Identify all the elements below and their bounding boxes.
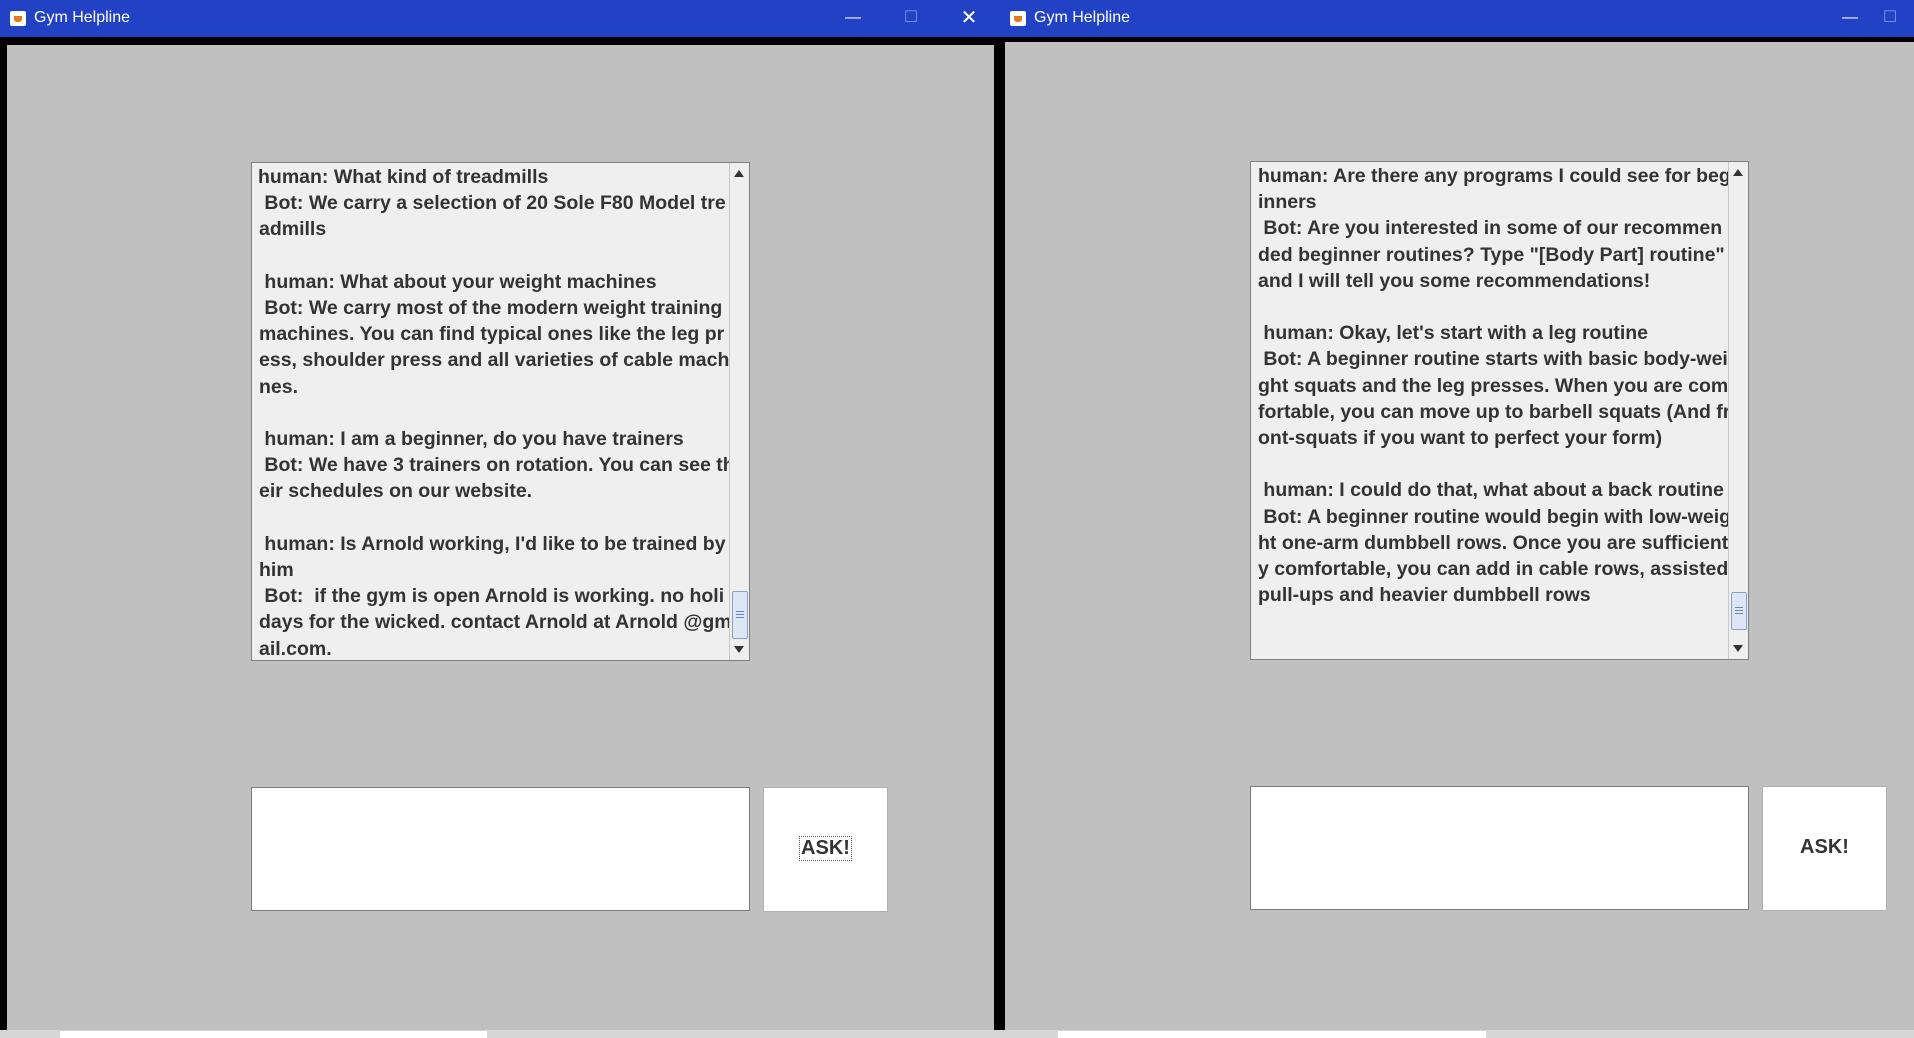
chat-transcript[interactable]: human: Are there any programs I could se… bbox=[1250, 161, 1749, 660]
close-button[interactable]: ✕ bbox=[941, 0, 997, 37]
gym-helpline-window-right: Gym Helpline — ☐ human: Are there any pr… bbox=[1000, 0, 1914, 1030]
minimize-button[interactable]: — bbox=[825, 0, 881, 37]
bottom-strip-highlight-right bbox=[1058, 1031, 1486, 1038]
scrollbar-thumb[interactable] bbox=[732, 591, 748, 639]
scroll-up-arrow-icon[interactable] bbox=[734, 170, 744, 177]
maximize-button[interactable]: ☐ bbox=[1862, 0, 1914, 37]
chat-transcript[interactable]: human: What kind of treadmills Bot: We c… bbox=[251, 162, 750, 661]
title-bar[interactable]: Gym Helpline — ☐ ✕ bbox=[0, 0, 1000, 37]
window-title: Gym Helpline bbox=[1034, 9, 1131, 26]
ask-button[interactable]: ASK! bbox=[1762, 786, 1887, 911]
window-title: Gym Helpline bbox=[34, 9, 131, 26]
question-input[interactable] bbox=[1250, 786, 1749, 910]
chat-transcript-text: human: What kind of treadmills Bot: We c… bbox=[258, 166, 735, 660]
title-bar[interactable]: Gym Helpline — ☐ bbox=[1000, 0, 1914, 37]
java-app-icon bbox=[1010, 11, 1026, 26]
window-content: human: Are there any programs I could se… bbox=[1005, 42, 1914, 1030]
ask-button-label: ASK! bbox=[799, 836, 852, 861]
chat-transcript-text: human: Are there any programs I could se… bbox=[1258, 165, 1734, 607]
ask-button[interactable]: ASK! bbox=[763, 787, 888, 912]
scroll-up-arrow-icon[interactable] bbox=[1733, 169, 1743, 176]
maximize-button[interactable]: ☐ bbox=[883, 0, 939, 37]
scrollbar-thumb[interactable] bbox=[1731, 592, 1747, 630]
scroll-down-arrow-icon[interactable] bbox=[734, 646, 744, 653]
window-content: human: What kind of treadmills Bot: We c… bbox=[7, 45, 994, 1030]
question-input[interactable] bbox=[251, 787, 750, 911]
chat-scrollbar[interactable] bbox=[729, 163, 749, 660]
gym-helpline-window-left: Gym Helpline — ☐ ✕ human: What kind of t… bbox=[0, 0, 1000, 1030]
chat-scrollbar[interactable] bbox=[1728, 162, 1748, 659]
bottom-strip-highlight-left bbox=[60, 1031, 487, 1038]
scroll-down-arrow-icon[interactable] bbox=[1733, 645, 1743, 652]
ask-button-label: ASK! bbox=[1800, 836, 1849, 858]
java-app-icon bbox=[10, 11, 26, 26]
